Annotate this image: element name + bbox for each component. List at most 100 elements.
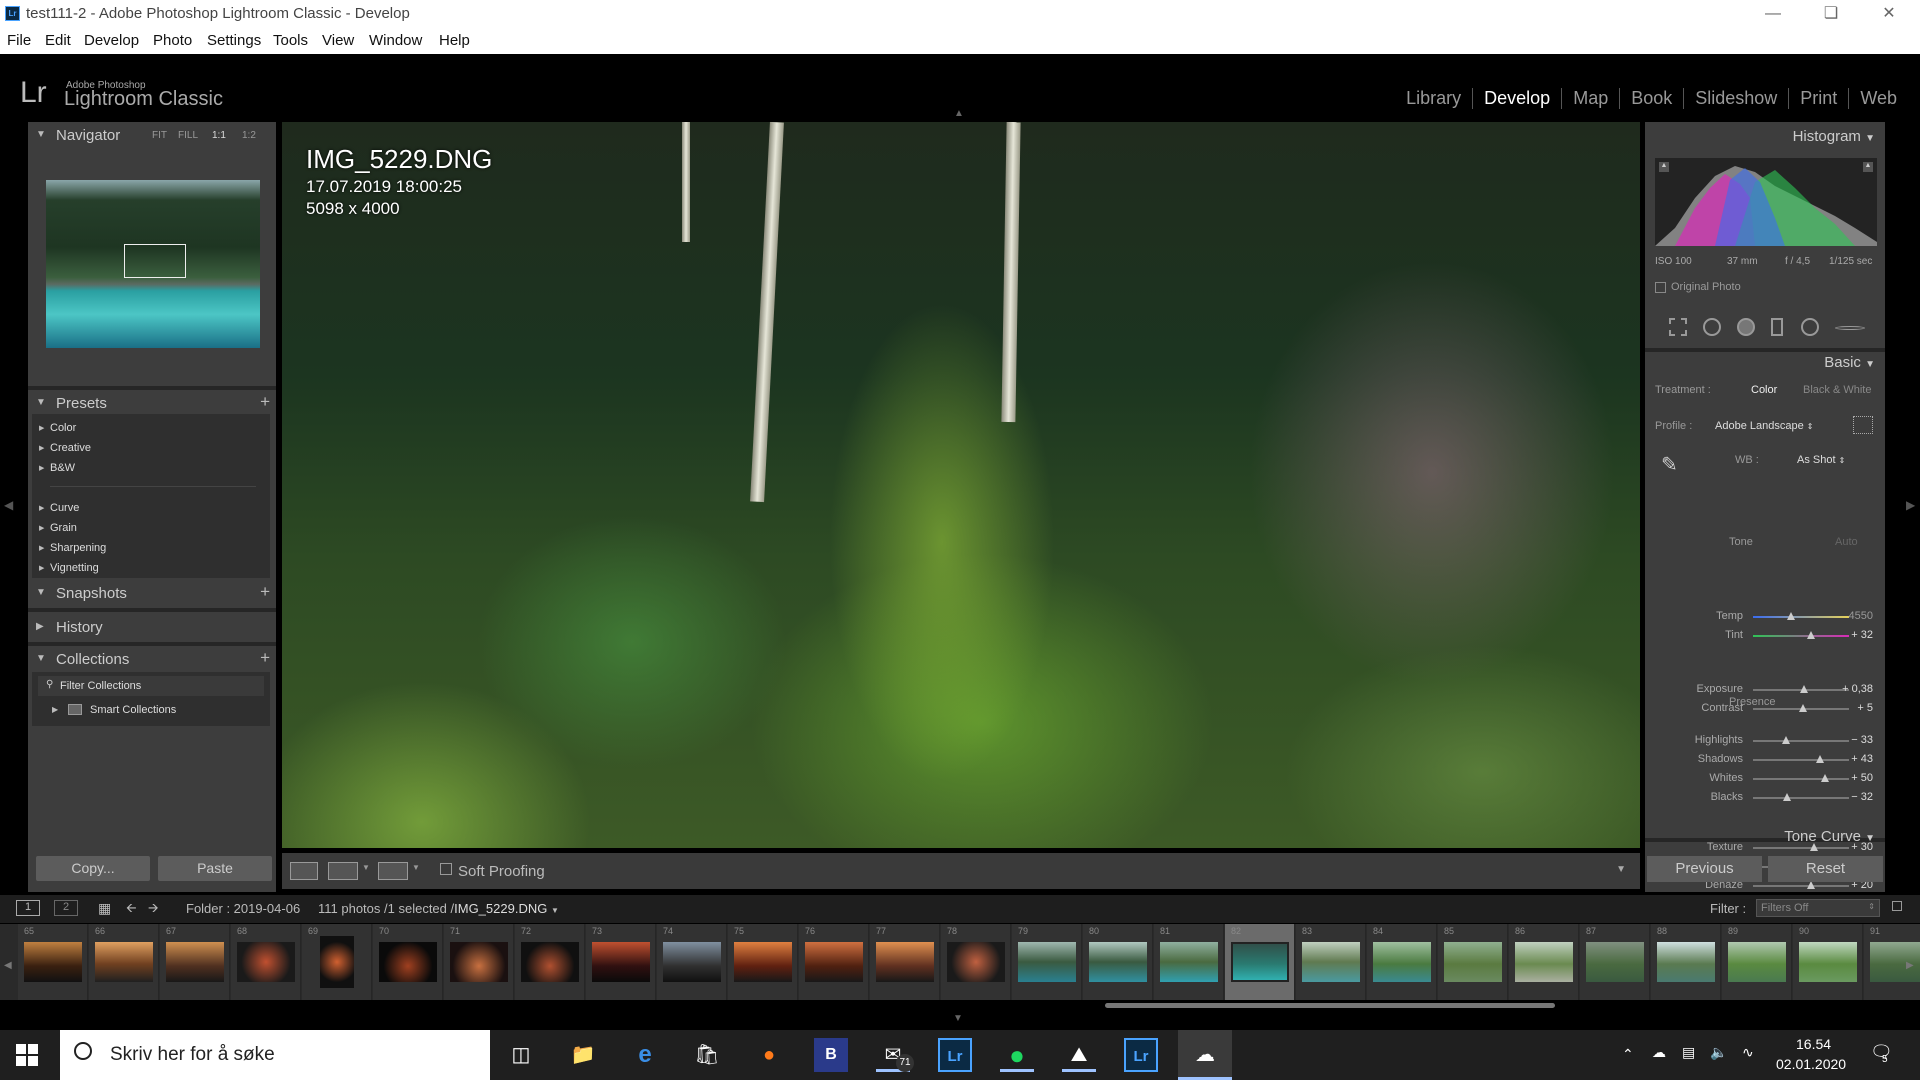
paste-button[interactable]: Paste bbox=[158, 856, 272, 881]
clock-time[interactable]: 16.54 bbox=[1796, 1036, 1831, 1052]
filmstrip-thumbnail[interactable]: 75 bbox=[728, 924, 798, 1000]
histogram[interactable]: ▲ ▲ bbox=[1655, 158, 1877, 246]
filmstrip-thumbnail[interactable]: 69 bbox=[302, 924, 372, 1000]
collections-header[interactable]: ▼ Collections + bbox=[28, 646, 276, 674]
lightroom-classic-taskbar-icon[interactable]: Lr bbox=[1124, 1038, 1158, 1072]
primary-window-button[interactable]: 1 bbox=[16, 900, 40, 916]
wifi-icon[interactable]: ∿ bbox=[1742, 1044, 1754, 1061]
slider-value[interactable]: + 32 bbox=[1851, 629, 1873, 641]
filmstrip-thumbnail[interactable]: 87 bbox=[1580, 924, 1650, 1000]
clock-date[interactable]: 02.01.2020 bbox=[1776, 1056, 1846, 1072]
preset-bw[interactable]: ▶ B&W bbox=[39, 462, 75, 474]
menu-file[interactable]: File bbox=[7, 32, 31, 49]
filmstrip-thumbnail[interactable]: 78 bbox=[941, 924, 1011, 1000]
module-develop[interactable]: Develop bbox=[1472, 88, 1561, 109]
slider-value[interactable]: + 0,38 bbox=[1842, 683, 1873, 695]
volume-icon[interactable]: 🔈 bbox=[1710, 1044, 1727, 1061]
filmstrip-thumbnail[interactable]: 67 bbox=[160, 924, 230, 1000]
slider-thumb[interactable] bbox=[1816, 755, 1825, 763]
grid-icon[interactable]: ▦ bbox=[98, 900, 111, 917]
slider-thumb[interactable] bbox=[1799, 685, 1808, 693]
close-button[interactable]: ✕ bbox=[1860, 0, 1918, 28]
filmstrip-thumbnail[interactable]: 83 bbox=[1296, 924, 1366, 1000]
treatment-bw[interactable]: Black & White bbox=[1803, 384, 1871, 396]
slider-thumb[interactable] bbox=[1806, 881, 1815, 889]
zoom-fit[interactable]: FIT bbox=[152, 130, 167, 141]
module-book[interactable]: Book bbox=[1619, 88, 1683, 109]
navigator-header[interactable]: ▼ Navigator FIT FILL 1:1 1:2 bbox=[28, 122, 276, 150]
slider-thumb[interactable] bbox=[1798, 704, 1807, 712]
filter-collections-field[interactable]: ⚲ Filter Collections bbox=[38, 676, 264, 696]
filmstrip-thumbnail[interactable]: 85 bbox=[1438, 924, 1508, 1000]
reset-button[interactable]: Reset bbox=[1768, 856, 1883, 882]
filmstrip-thumbnail[interactable]: 79 bbox=[1012, 924, 1082, 1000]
before-after-split-icon[interactable] bbox=[378, 862, 408, 880]
filmstrip-thumbnail[interactable]: 86 bbox=[1509, 924, 1579, 1000]
adjustment-brush-icon[interactable] bbox=[1835, 326, 1865, 330]
secondary-window-button[interactable]: 2 bbox=[54, 900, 78, 916]
snapshots-header[interactable]: ▼ Snapshots + bbox=[28, 580, 276, 608]
filmstrip-scrollbar[interactable] bbox=[1105, 1003, 1555, 1008]
filmstrip-thumbnail[interactable]: 77 bbox=[870, 924, 940, 1000]
module-slideshow[interactable]: Slideshow bbox=[1683, 88, 1788, 109]
slider-track[interactable] bbox=[1753, 740, 1849, 742]
slider-track[interactable] bbox=[1753, 635, 1849, 637]
loupe-view-icon[interactable] bbox=[290, 862, 318, 880]
module-map[interactable]: Map bbox=[1561, 88, 1619, 109]
task-view-icon[interactable]: ◫ bbox=[504, 1038, 538, 1072]
top-panel-toggle-icon[interactable]: ▲ bbox=[954, 108, 964, 119]
slider-track[interactable] bbox=[1753, 885, 1849, 887]
histogram-header[interactable]: Histogram ▼ bbox=[1793, 128, 1875, 145]
mail-icon[interactable]: ✉ 71 bbox=[876, 1038, 914, 1072]
highlight-clipping-icon[interactable]: ▲ bbox=[1863, 162, 1873, 172]
slider-track[interactable] bbox=[1753, 797, 1849, 799]
slider-value[interactable]: − 33 bbox=[1851, 734, 1873, 746]
previous-button[interactable]: Previous bbox=[1647, 856, 1762, 882]
menu-edit[interactable]: Edit bbox=[45, 32, 71, 49]
profile-browser-icon[interactable] bbox=[1853, 416, 1873, 434]
spotify-icon[interactable]: ● bbox=[1000, 1038, 1034, 1072]
notifications-icon[interactable]: 🗨 5 bbox=[1870, 1042, 1893, 1065]
navigator-preview[interactable] bbox=[46, 180, 260, 348]
history-header[interactable]: ▶ History bbox=[28, 614, 276, 642]
menu-tools[interactable]: Tools bbox=[273, 32, 308, 49]
crop-tool-icon[interactable] bbox=[1669, 318, 1687, 336]
menu-photo[interactable]: Photo bbox=[153, 32, 192, 49]
windows-start-icon[interactable] bbox=[16, 1044, 38, 1066]
slider-track[interactable] bbox=[1753, 759, 1849, 761]
redeye-icon[interactable] bbox=[1737, 318, 1755, 336]
zoom-fill[interactable]: FILL bbox=[178, 130, 198, 141]
menu-help[interactable]: Help bbox=[439, 32, 470, 49]
soft-proofing-checkbox[interactable] bbox=[440, 863, 452, 875]
forward-arrow-icon[interactable]: 🡪 bbox=[148, 899, 159, 921]
filmstrip-thumbnail[interactable]: 71 bbox=[444, 924, 514, 1000]
filmstrip-thumbnail[interactable]: 88 bbox=[1651, 924, 1721, 1000]
menu-window[interactable]: Window bbox=[369, 32, 422, 49]
slider-value[interactable]: + 43 bbox=[1851, 753, 1873, 765]
filmstrip-thumbnail[interactable]: 66 bbox=[89, 924, 159, 1000]
photos-icon[interactable]: ⛰ bbox=[1062, 1038, 1096, 1072]
filmstrip-thumbnail[interactable]: 80 bbox=[1083, 924, 1153, 1000]
filmstrip-thumbnail[interactable]: 72 bbox=[515, 924, 585, 1000]
slider-track[interactable] bbox=[1753, 778, 1849, 780]
current-file[interactable]: IMG_5229.DNG bbox=[454, 901, 547, 916]
tray-expand-icon[interactable]: ⌃ bbox=[1622, 1046, 1634, 1063]
chevron-down-icon[interactable]: ▼ bbox=[362, 863, 370, 872]
slider-thumb[interactable] bbox=[1821, 774, 1829, 782]
store-icon[interactable]: 🛍 bbox=[690, 1038, 724, 1072]
filmstrip-thumbnail[interactable]: 89 bbox=[1722, 924, 1792, 1000]
slider-value[interactable]: − 32 bbox=[1851, 791, 1873, 803]
filmstrip-thumbnail[interactable]: 90 bbox=[1793, 924, 1863, 1000]
add-snapshot-icon[interactable]: + bbox=[260, 582, 270, 602]
firefox-icon[interactable]: ● bbox=[752, 1038, 786, 1072]
before-after-icon[interactable] bbox=[328, 862, 358, 880]
preset-creative[interactable]: ▶ Creative bbox=[39, 442, 91, 454]
file-explorer-icon[interactable]: 📁 bbox=[566, 1038, 600, 1072]
minimize-button[interactable]: — bbox=[1744, 0, 1802, 28]
slider-thumb[interactable] bbox=[1787, 612, 1796, 620]
filter-dropdown[interactable]: Filters Off ⇕ bbox=[1756, 899, 1880, 917]
toolbar-menu-icon[interactable]: ▼ bbox=[1616, 864, 1626, 875]
preset-grain[interactable]: ▶ Grain bbox=[39, 522, 77, 534]
restore-button[interactable]: ❏ bbox=[1802, 0, 1860, 28]
preset-curve[interactable]: ▶ Curve bbox=[39, 502, 79, 514]
